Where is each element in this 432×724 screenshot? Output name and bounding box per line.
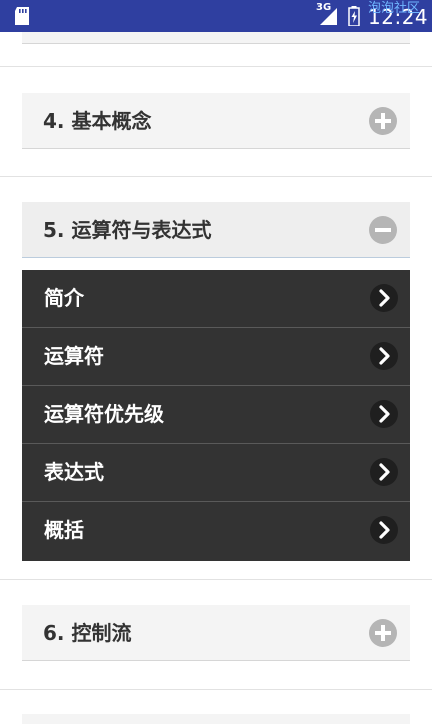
divider	[0, 689, 432, 690]
section-title: 5. 运算符与表达式	[43, 218, 212, 242]
battery-icon	[348, 6, 360, 26]
submenu-item-summary[interactable]: 概括	[22, 502, 410, 561]
submenu-item-expressions[interactable]: 表达式	[22, 444, 410, 502]
section-card-partial[interactable]	[22, 714, 410, 724]
submenu-item-precedence[interactable]: 运算符优先级	[22, 386, 410, 444]
chevron-right-icon	[370, 516, 398, 544]
divider	[0, 176, 432, 177]
submenu-item-intro[interactable]: 简介	[22, 270, 410, 328]
submenu-item-label: 表达式	[44, 460, 104, 484]
submenu-item-label: 概括	[44, 518, 84, 542]
minus-circle-icon[interactable]	[368, 215, 398, 245]
chevron-right-icon	[370, 458, 398, 486]
section-card-4[interactable]: 4. 基本概念	[22, 93, 410, 149]
chevron-right-icon	[370, 284, 398, 312]
submenu-item-operators[interactable]: 运算符	[22, 328, 410, 386]
chevron-right-icon	[370, 400, 398, 428]
section-card-6[interactable]: 6. 控制流	[22, 605, 410, 661]
section-5-submenu: 简介 运算符 运算符优先级 表达式 概括	[22, 270, 410, 561]
plus-circle-icon[interactable]	[368, 618, 398, 648]
chevron-right-icon	[370, 342, 398, 370]
plus-circle-icon[interactable]	[368, 106, 398, 136]
section-title: 4. 基本概念	[43, 109, 152, 133]
submenu-item-label: 简介	[44, 286, 84, 310]
submenu-item-label: 运算符优先级	[44, 402, 164, 426]
divider	[0, 579, 432, 580]
signal-icon	[320, 8, 337, 25]
section-card-5[interactable]: 5. 运算符与表达式	[22, 202, 410, 258]
section-title: 6. 控制流	[43, 621, 132, 645]
watermark: 泡泡社区	[368, 1, 421, 16]
section-card-partial[interactable]	[22, 32, 410, 44]
status-bar: 3G 12:24 泡泡社区	[0, 0, 432, 32]
submenu-item-label: 运算符	[44, 344, 104, 368]
divider	[0, 66, 432, 67]
sd-card-icon	[15, 7, 29, 25]
